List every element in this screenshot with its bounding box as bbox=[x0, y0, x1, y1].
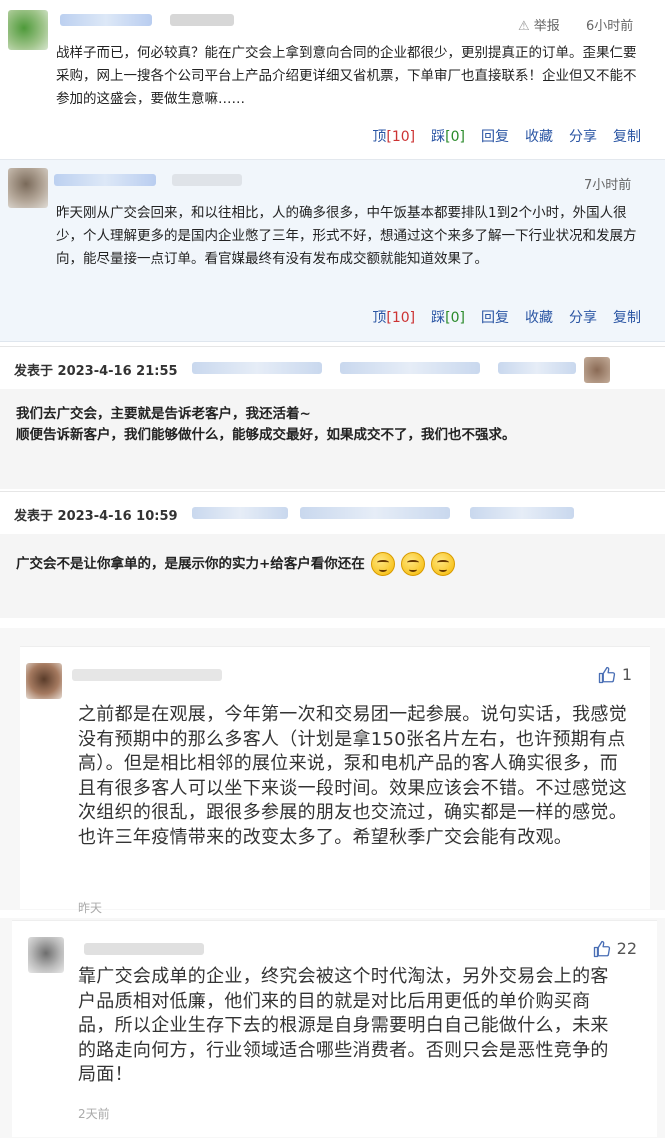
comment-time: 6小时前 bbox=[586, 19, 634, 34]
post-text-line1: 我们去广交会，主要就是告诉老客户，我还活着~ bbox=[16, 406, 311, 422]
comment-actions: 顶[10] 踩[0] 回复 收藏 分享 复制 bbox=[372, 307, 641, 327]
author-avatar[interactable] bbox=[584, 357, 610, 383]
app-comment-card: 1 之前都是在观展，今年第一次和交易团一起参展。说句实话，我感觉没有预期中的那么… bbox=[20, 646, 650, 915]
app-comment-card: 22 靠广交会成单的企业，终究会被这个时代淘汰，另外交易会上的客户品质相对低廉，… bbox=[12, 920, 657, 1137]
user-avatar[interactable] bbox=[8, 168, 48, 208]
favorite-button[interactable]: 收藏 bbox=[525, 307, 553, 327]
username-blurred[interactable] bbox=[60, 14, 152, 26]
author-info-blurred bbox=[470, 507, 574, 519]
post-2-header: 发表于 2023-4-16 10:59 bbox=[0, 491, 665, 535]
like-count: 22 bbox=[616, 939, 637, 958]
thumbs-up-icon bbox=[598, 666, 615, 683]
author-info-blurred bbox=[300, 507, 450, 519]
like-button[interactable]: 1 bbox=[598, 665, 632, 684]
smirk-emoji-icon bbox=[400, 552, 425, 576]
comment-actions: 顶[10] 踩[0] 回复 收藏 分享 复制 bbox=[372, 126, 641, 146]
thumbs-up-icon bbox=[593, 940, 610, 957]
share-button[interactable]: 分享 bbox=[569, 307, 597, 327]
post-text: 广交会不是让你拿单的，是展示你的实力+给客户看你还在 bbox=[16, 552, 455, 576]
upvote-button[interactable]: 顶[10] bbox=[372, 307, 415, 327]
username-blurred[interactable] bbox=[54, 174, 156, 186]
comment-text: 靠广交会成单的企业，终究会被这个时代淘汰，另外交易会上的客户品质相对低廉，他们来… bbox=[78, 966, 609, 1085]
downvote-button[interactable]: 踩[0] bbox=[431, 307, 465, 327]
username-blurred[interactable] bbox=[72, 669, 222, 681]
author-info-blurred bbox=[340, 362, 480, 374]
share-button[interactable]: 分享 bbox=[569, 126, 597, 146]
smirk-emoji-icon bbox=[430, 552, 455, 576]
comment-time: 2天前 bbox=[78, 1107, 110, 1121]
app-comment-1: 1 之前都是在观展，今年第一次和交易团一起参展。说句实话，我感觉没有预期中的那么… bbox=[0, 628, 665, 915]
report-link[interactable]: ⚠ 举报 bbox=[518, 15, 560, 34]
reply-button[interactable]: 回复 bbox=[481, 126, 509, 146]
user-avatar[interactable] bbox=[28, 937, 64, 973]
user-level-blurred bbox=[170, 14, 234, 26]
comment-text: 之前都是在观展，今年第一次和交易团一起参展。说句实话，我感觉没有预期中的那么多客… bbox=[78, 704, 627, 848]
smirk-emoji-icon bbox=[370, 552, 395, 576]
favorite-button[interactable]: 收藏 bbox=[525, 126, 553, 146]
comment-time: 昨天 bbox=[78, 901, 103, 915]
reply-button[interactable]: 回复 bbox=[481, 307, 509, 327]
user-level-blurred bbox=[172, 174, 242, 186]
warning-icon: ⚠ bbox=[518, 19, 530, 34]
author-info-blurred bbox=[498, 362, 576, 374]
post-1-header: 发表于 2023-4-16 21:55 bbox=[0, 346, 665, 390]
app-comment-2: 22 靠广交会成单的企业，终究会被这个时代淘汰，另外交易会上的客户品质相对低廉，… bbox=[0, 918, 665, 1138]
like-count: 1 bbox=[621, 665, 632, 684]
post-date: 发表于 2023-4-16 10:59 bbox=[14, 509, 178, 524]
comment-text: 战样子而已，何必较真？能在广交会上拿到意向合同的企业都很少，更别提真正的订单。歪… bbox=[56, 45, 637, 107]
author-info-blurred bbox=[192, 507, 288, 519]
post-text-line2: 顺便告诉新客户，我们能够做什么，能够成交最好，如果成交不了，我们也不强求。 bbox=[16, 427, 516, 443]
user-avatar[interactable] bbox=[8, 10, 48, 50]
comment-2: 7小时前 昨天刚从广交会回来，和以往相比，人的确多很多，中午饭基本都要排队1到2… bbox=[0, 160, 665, 342]
copy-button[interactable]: 复制 bbox=[613, 126, 641, 146]
comment-1: ⚠ 举报 6小时前 战样子而已，何必较真？能在广交会上拿到意向合同的企业都很少，… bbox=[0, 0, 665, 160]
copy-button[interactable]: 复制 bbox=[613, 307, 641, 327]
post-2-body: 广交会不是让你拿单的，是展示你的实力+给客户看你还在 bbox=[0, 534, 665, 618]
like-button[interactable]: 22 bbox=[593, 939, 637, 958]
post-1-body: 我们去广交会，主要就是告诉老客户，我还活着~ 顺便告诉新客户，我们能够做什么，能… bbox=[0, 389, 665, 489]
comment-time: 7小时前 bbox=[584, 178, 632, 193]
upvote-button[interactable]: 顶[10] bbox=[372, 126, 415, 146]
author-info-blurred bbox=[192, 362, 322, 374]
user-avatar[interactable] bbox=[26, 663, 62, 699]
downvote-button[interactable]: 踩[0] bbox=[431, 126, 465, 146]
comment-text: 昨天刚从广交会回来，和以往相比，人的确多很多，中午饭基本都要排队1到2个小时，外… bbox=[56, 205, 637, 267]
username-blurred[interactable] bbox=[84, 943, 204, 955]
post-date: 发表于 2023-4-16 21:55 bbox=[14, 364, 178, 379]
